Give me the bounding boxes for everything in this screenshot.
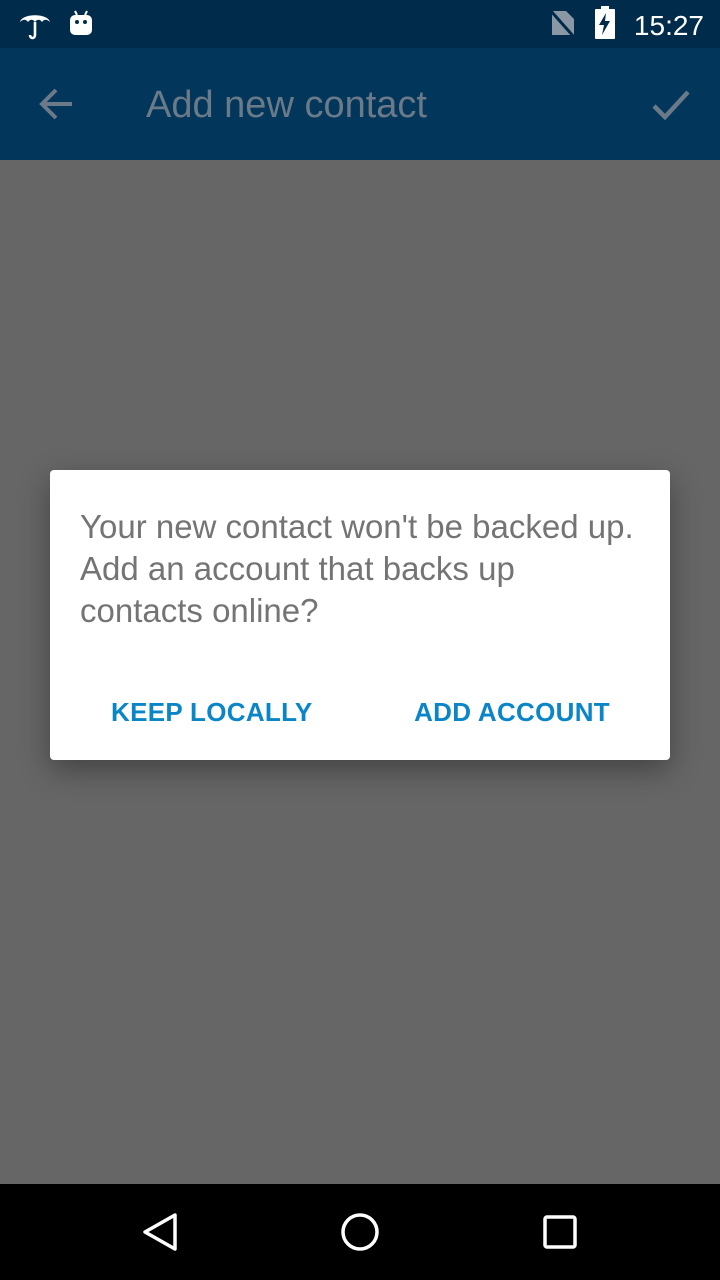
page-title: Add new contact xyxy=(146,84,427,126)
arrow-back-icon[interactable] xyxy=(30,76,86,132)
clock: 15:27 xyxy=(633,9,704,41)
battery-charging-icon xyxy=(594,6,616,45)
add-account-button[interactable]: ADD ACCOUNT xyxy=(414,692,610,732)
status-bar: 15:27 xyxy=(0,0,720,48)
nav-back-icon[interactable] xyxy=(136,1208,184,1256)
app-bar: Add new contact xyxy=(0,48,720,160)
status-right-icons: 15:27 xyxy=(548,6,704,45)
keep-locally-button[interactable]: KEEP LOCALLY xyxy=(111,692,313,732)
navigation-bar xyxy=(0,1184,720,1280)
status-left-icons xyxy=(18,8,94,45)
dialog-message: Your new contact won't be backed up. Add… xyxy=(80,508,634,629)
nav-recents-icon[interactable] xyxy=(536,1208,584,1256)
nav-home-icon[interactable] xyxy=(336,1208,384,1256)
no-sim-icon xyxy=(548,7,576,44)
android-icon xyxy=(68,9,94,44)
backup-dialog: Your new contact won't be backed up. Add… xyxy=(50,470,670,760)
umbrella-icon xyxy=(18,8,52,45)
check-icon[interactable] xyxy=(644,78,698,132)
